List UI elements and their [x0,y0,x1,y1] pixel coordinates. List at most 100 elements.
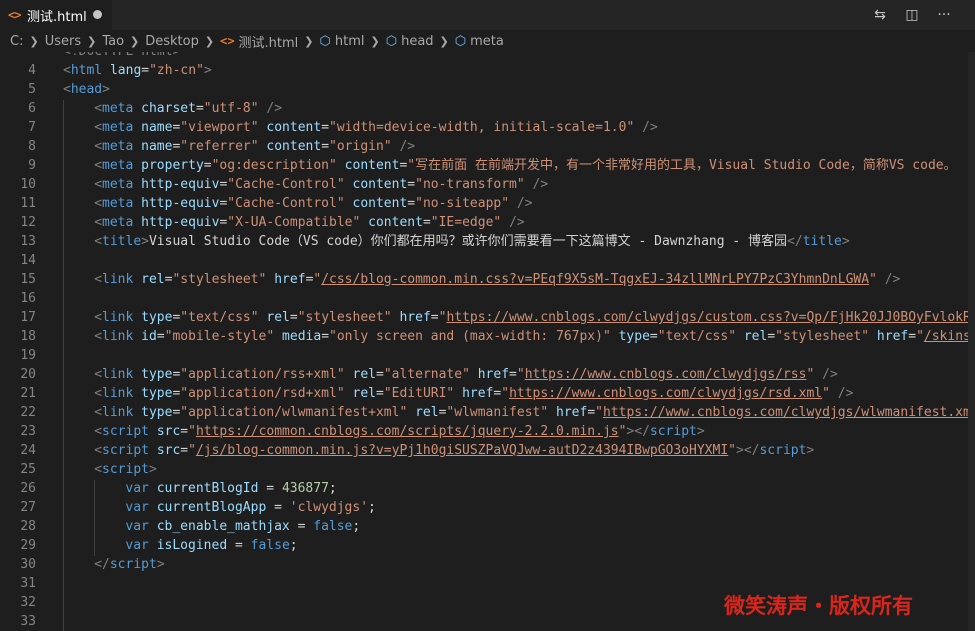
code-token: < [94,177,103,192]
code-line[interactable]: 15 <link rel="stylesheet" href="/css/blog… [0,270,975,289]
breadcrumb-drive[interactable]: C: [10,34,23,49]
code-line[interactable]: 4 <html lang="zh-cn"> [0,61,975,80]
code-line[interactable]: <!DOCTYPE html> [0,52,975,61]
code-text: <title>Visual Studio Code（VS code）你们都在用吗… [94,232,850,251]
code-line[interactable]: 25 <script> [0,460,975,479]
breadcrumb-meta[interactable]: meta [470,34,504,49]
code-line[interactable]: 5 <head> [0,80,975,99]
line-number: 16 [20,291,36,306]
code-line[interactable]: 13 <title>Visual Studio Code（VS code）你们都在… [0,232,975,251]
code-token: "zh-cn" [149,63,204,78]
code-token: link [102,367,134,382]
line-number: 13 [20,234,36,249]
code-line[interactable]: 7 <meta name="viewport" content="width=de… [0,118,975,137]
code-token: href [399,310,431,325]
code-token: name [141,120,173,135]
code-token: = [587,405,596,420]
unsaved-dot-icon[interactable] [93,10,102,19]
code-line[interactable]: 24 <script src="/js/blog-common.min.js?v=… [0,441,975,460]
code-line[interactable]: 6 <meta charset="utf-8" /> [0,99,975,118]
code-editor[interactable]: <!DOCTYPE html> 4<html lang="zh-cn">5<hea… [0,52,975,631]
line-number: 6 [28,101,36,116]
code-token: </ [94,557,110,572]
code-line[interactable]: 23 <script src="https://common.cnblogs.co… [0,422,975,441]
code-token: /> [266,101,283,116]
code-line[interactable]: 28 var cb_enable_mathjax = false; [0,517,975,536]
code-token: http-equiv [141,215,220,230]
code-line[interactable]: 16 [0,289,975,308]
code-token: http-equiv [141,177,220,192]
code-token: " [188,443,196,458]
split-editor-icon[interactable]: ◫ [902,5,922,25]
code-line[interactable]: 20 <link type="application/rss+xml" rel="… [0,365,975,384]
code-token: " [822,386,830,401]
code-token: http-equiv [141,196,220,211]
code-line[interactable]: 14 [0,251,975,270]
code-token: content [352,196,408,211]
code-text: <link type="application/rsd+xml" rel="Ed… [94,384,853,403]
breadcrumb-head[interactable]: head [401,34,433,49]
code-token: "alternate" [383,367,470,382]
code-token: script [109,557,157,572]
code-token: 'clwydjgs' [289,500,369,515]
more-actions-icon[interactable]: ··· [934,5,954,25]
code-line[interactable]: 17 <link type="text/css" rel="stylesheet"… [0,308,975,327]
code-line[interactable]: 10 <meta http-equiv = "Cache-Control" conte… [0,175,975,194]
code-token: = [767,329,776,344]
code-line[interactable]: 29 var isLogined = false; [0,536,975,555]
line-number: 15 [20,272,36,287]
code-token: false [313,519,353,534]
line-number: 14 [20,253,36,268]
breadcrumb-file[interactable]: 测试.html [239,32,299,51]
code-token: https://www.cnblogs.com/clwydjgs/rss [524,367,807,382]
code-token: < [94,310,103,325]
code-token: content [344,158,400,173]
code-token: content [266,139,322,154]
code-line[interactable]: 8 <meta name="referrer" content="origin" … [0,137,975,156]
editor-tab[interactable]: <> 测试.html [0,0,112,30]
code-line[interactable]: 27 var currentBlogApp = 'clwydjgs'; [0,498,975,517]
code-line[interactable]: 21 <link type="application/rsd+xml" rel="… [0,384,975,403]
code-line[interactable]: 22 <link type = "application/wlwmanifest+xm… [0,403,975,422]
breadcrumb-desktop[interactable]: Desktop [145,34,199,49]
code-token: script [102,462,149,477]
chevron-right-icon: ❯ [130,34,140,48]
code-line[interactable]: 19 [0,346,975,365]
code-line[interactable]: 30 </script> [0,555,975,574]
compare-changes-icon[interactable]: ⇆ [870,5,890,25]
breadcrumb-tao[interactable]: Tao [102,34,124,49]
code-line[interactable]: 12 <meta http-equiv = "X-UA-Compatible" con… [0,213,975,232]
code-token: rel [743,329,768,344]
code-line[interactable]: 11 <meta http-equiv = "Cache-Control" conte… [0,194,975,213]
code-token: cb_enable_mathjax [156,519,290,534]
code-token: "IE=edge" [430,215,502,230]
code-token: < [94,386,103,401]
code-token: isLogined [156,538,228,553]
code-token: = [908,329,917,344]
code-token: type [141,386,173,401]
code-token: var [125,500,149,515]
code-token: < [94,234,103,249]
breadcrumb-html[interactable]: html [335,34,365,49]
code-token: <!DOCTYPE html> [63,52,180,59]
code-line[interactable]: 18 <link id="mobile-style" media="only sc… [0,327,975,346]
breadcrumb-users[interactable]: Users [45,34,81,49]
code-text: <script src="https://common.cnblogs.com/… [94,422,705,441]
code-line[interactable]: 26 var currentBlogId = 436877; [0,479,975,498]
code-token: link [102,310,134,325]
vertical-scrollbar[interactable] [968,52,975,631]
code-token: meta [102,158,134,173]
code-token: meta [102,101,134,116]
code-line[interactable]: 9 <meta property="og:description" content… [0,156,975,175]
code-token: < [94,462,103,477]
